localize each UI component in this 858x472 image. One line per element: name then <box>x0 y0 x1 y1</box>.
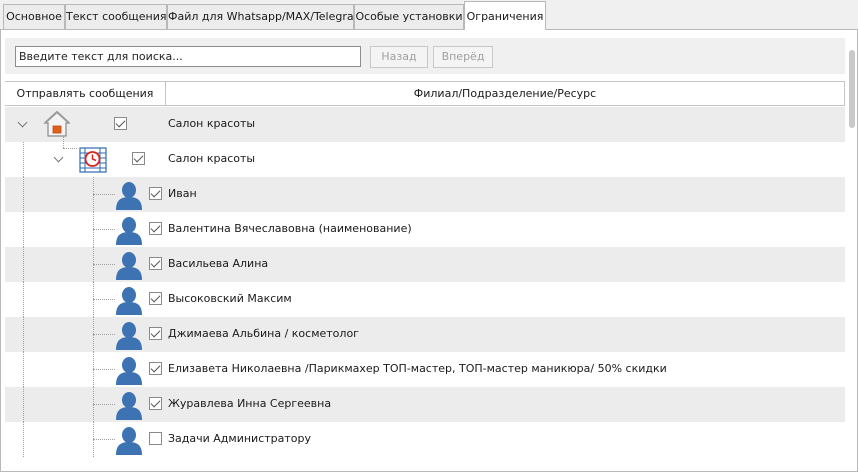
tree-row-root[interactable]: Салон красоты <box>5 107 845 142</box>
tree-connector <box>63 148 77 149</box>
person-icon <box>116 357 142 385</box>
root-send-checkbox[interactable] <box>114 117 127 130</box>
tree-row-resource[interactable]: Валентина Вячеславовна (наименование) <box>5 212 845 247</box>
person-icon <box>116 252 142 280</box>
tree-row-resource[interactable]: Задачи Администратору <box>5 422 845 457</box>
tab-messenger-file[interactable]: Файл для Whatsapp/MAX/Telegram <box>167 4 354 29</box>
resource-send-checkbox[interactable] <box>149 397 162 410</box>
back-button[interactable]: Назад <box>370 46 428 68</box>
tree-connector <box>93 299 115 300</box>
person-icon <box>116 427 142 455</box>
person-icon <box>116 322 142 350</box>
tree-connector <box>93 264 115 265</box>
tab-strip: Основное Текст сообщения Файл для Whatsa… <box>0 0 858 30</box>
tree-connector <box>93 229 115 230</box>
chevron-down-icon[interactable] <box>17 117 28 128</box>
person-icon <box>116 287 142 315</box>
resource-send-checkbox[interactable] <box>149 362 162 375</box>
tree-label: Высоковский Максим <box>168 292 292 305</box>
column-resource[interactable]: Филиал/Подразделение/Ресурс <box>166 82 844 105</box>
tree-row-resource[interactable]: Джимаева Альбина / косметолог <box>5 317 845 352</box>
resource-send-checkbox[interactable] <box>149 292 162 305</box>
tree-connector <box>93 334 115 335</box>
tree-connector <box>23 282 24 317</box>
tree-row-resource[interactable]: Иван <box>5 177 845 212</box>
schedule-icon <box>79 147 107 173</box>
tree-label: Валентина Вячеславовна (наименование) <box>168 222 412 235</box>
resource-send-checkbox[interactable] <box>149 222 162 235</box>
tree-label: Задачи Администратору <box>168 432 312 445</box>
tree-connector <box>23 317 24 352</box>
tree-label: Салон красоты <box>168 152 256 165</box>
resource-send-checkbox[interactable] <box>149 327 162 340</box>
tab-restrictions[interactable]: Ограничения <box>464 1 546 30</box>
chevron-down-icon[interactable] <box>53 152 64 163</box>
tree-connector <box>23 247 24 282</box>
tree-row-resource[interactable]: Журавлева Инна Сергеевна <box>5 387 845 422</box>
column-send-messages[interactable]: Отправлять сообщения <box>5 82 166 105</box>
tab-special-settings[interactable]: Особые установки <box>354 4 464 29</box>
tree-row-resource[interactable]: Высоковский Максим <box>5 282 845 317</box>
house-icon <box>43 111 71 137</box>
resource-send-checkbox[interactable] <box>149 187 162 200</box>
person-icon <box>116 217 142 245</box>
tree-connector <box>23 352 24 387</box>
forward-button[interactable]: Вперёд <box>433 46 493 68</box>
tab-main[interactable]: Основное <box>3 4 65 29</box>
tree-row-branch[interactable]: Салон красоты <box>5 136 845 177</box>
tree-connector <box>23 387 24 422</box>
tree-connector <box>23 142 24 177</box>
tree-label: Джимаева Альбина / косметолог <box>168 327 359 340</box>
tree-label: Иван <box>168 187 197 200</box>
tree-row-resource[interactable]: Елизавета Николаевна /Парикмахер ТОП-мас… <box>5 352 845 387</box>
tree-connector <box>63 136 64 148</box>
tree-connector <box>93 369 115 370</box>
tree-label: Салон красоты <box>168 117 256 130</box>
tree-connector <box>93 404 115 405</box>
resource-send-checkbox[interactable] <box>149 257 162 270</box>
tree-connector <box>23 422 24 457</box>
person-icon <box>116 392 142 420</box>
tree-connector <box>93 194 115 195</box>
tree-connector <box>93 439 115 440</box>
tree-label: Васильева Алина <box>168 257 269 270</box>
person-icon <box>116 182 142 210</box>
tree-list: Салон красоты Салон красоты Иван Валентин… <box>5 107 845 471</box>
restrictions-panel: Назад Вперёд Отправлять сообщения Филиал… <box>0 30 858 472</box>
vertical-scrollbar[interactable] <box>849 50 855 128</box>
tree-header: Отправлять сообщения Филиал/Подразделени… <box>5 81 845 106</box>
tree-row-resource[interactable]: Васильева Алина <box>5 247 845 282</box>
search-input[interactable] <box>15 46 361 67</box>
tree-label: Журавлева Инна Сергеевна <box>168 397 332 410</box>
tree-connector <box>23 177 24 212</box>
branch-send-checkbox[interactable] <box>132 152 145 165</box>
resource-send-checkbox[interactable] <box>149 432 162 445</box>
tree-label: Елизавета Николаевна /Парикмахер ТОП-мас… <box>168 362 667 375</box>
tab-message-text[interactable]: Текст сообщения <box>65 4 167 29</box>
tree-connector <box>23 212 24 247</box>
